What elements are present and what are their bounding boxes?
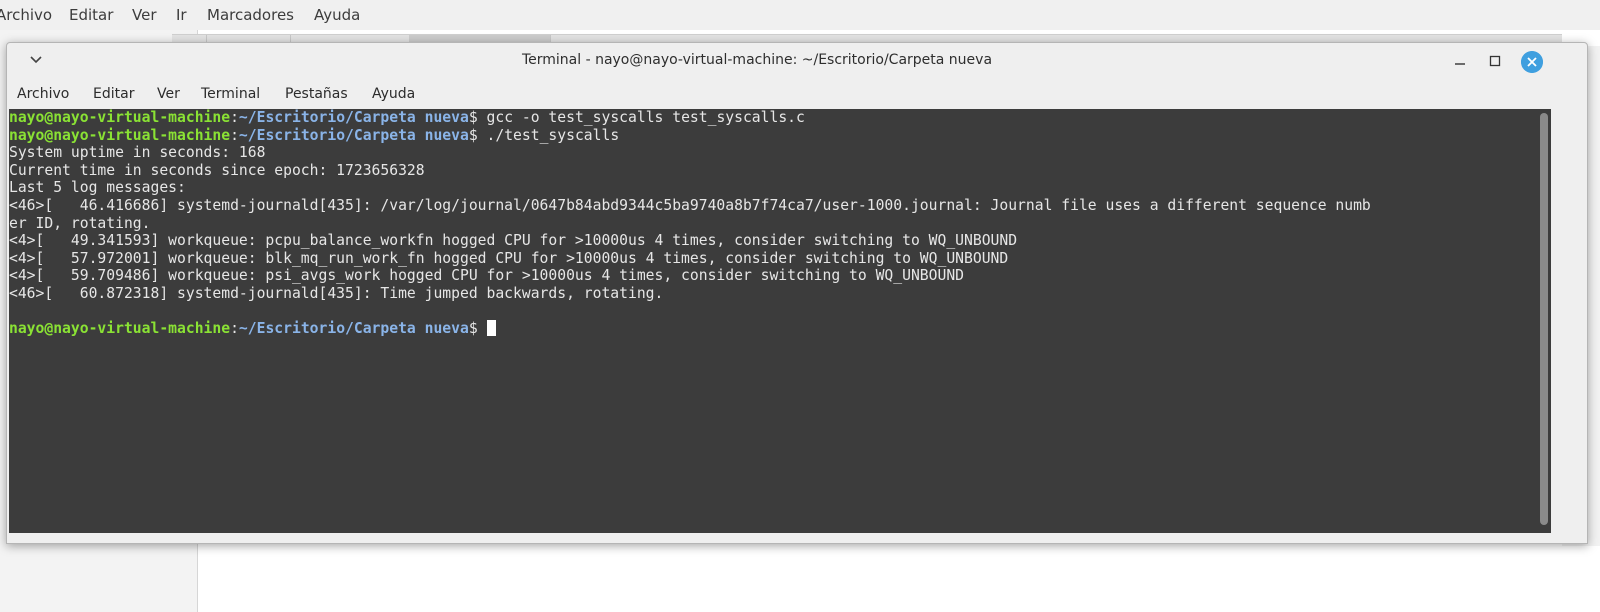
prompt-user: nayo@nayo-virtual-machine: [9, 126, 231, 144]
bg-menu-ayuda[interactable]: Ayuda: [314, 6, 360, 24]
maximize-icon[interactable]: [1487, 53, 1503, 69]
output-line: Last 5 log messages:: [9, 179, 186, 197]
output-line: Current time in seconds since epoch: 172…: [9, 161, 425, 179]
background-menubar: Archivo Editar Ver Ir Marcadores Ayuda: [0, 0, 1600, 30]
chevron-down-icon[interactable]: [29, 53, 43, 67]
prompt-path: ~/Escritorio/Carpeta nueva: [238, 109, 469, 126]
prompt-path: ~/Escritorio/Carpeta nueva: [238, 126, 469, 144]
scrollbar-thumb[interactable]: [1540, 113, 1548, 525]
menu-ayuda[interactable]: Ayuda: [372, 86, 415, 102]
output-line: System uptime in seconds: 168: [9, 144, 266, 162]
command-line: gcc -o test_syscalls test_syscalls.c: [477, 109, 805, 126]
output-line: <4>[ 59.709486] workqueue: psi_avgs_work…: [9, 267, 965, 285]
terminal-screen[interactable]: nayo@nayo-virtual-machine:~/Escritorio/C…: [9, 109, 1537, 533]
window-title: Terminal - nayo@nayo-virtual-machine: ~/…: [521, 52, 993, 68]
terminal-scrollbar[interactable]: [1537, 109, 1551, 533]
output-line: <4>[ 57.972001] workqueue: blk_mq_run_wo…: [9, 249, 1009, 267]
terminal-cursor: [486, 320, 496, 337]
bg-menu-archivo[interactable]: Archivo: [0, 6, 52, 24]
terminal-menubar: Archivo Editar Ver Terminal Pestañas Ayu…: [7, 80, 1587, 108]
bg-menu-ir[interactable]: Ir: [176, 6, 187, 24]
menu-editar[interactable]: Editar: [93, 86, 134, 102]
terminal-window: Terminal - nayo@nayo-virtual-machine: ~/…: [6, 42, 1588, 544]
close-icon[interactable]: [1521, 51, 1543, 73]
title-bar[interactable]: Terminal - nayo@nayo-virtual-machine: ~/…: [7, 43, 1587, 79]
bg-menu-editar[interactable]: Editar: [69, 6, 113, 24]
output-line: <46>[ 46.416686] systemd-journald[435]: …: [9, 196, 1371, 214]
menu-terminal[interactable]: Terminal: [201, 86, 260, 102]
menu-ver[interactable]: Ver: [157, 86, 180, 102]
menu-pestanas[interactable]: Pestañas: [285, 86, 348, 102]
command-line: ./test_syscalls: [477, 126, 620, 144]
bg-menu-marcadores[interactable]: Marcadores: [207, 6, 294, 24]
output-line: <46>[ 60.872318] systemd-journald[435]: …: [9, 284, 664, 302]
prompt-path: ~/Escritorio/Carpeta nueva: [238, 320, 469, 338]
terminal-output: nayo@nayo-virtual-machine:~/Escritorio/C…: [9, 109, 1371, 338]
bg-menu-ver[interactable]: Ver: [132, 6, 157, 24]
prompt-user: nayo@nayo-virtual-machine: [9, 320, 231, 338]
menu-archivo[interactable]: Archivo: [17, 86, 69, 102]
output-line: <4>[ 49.341593] workqueue: pcpu_balance_…: [9, 232, 1018, 250]
output-line: er ID, rotating.: [9, 214, 151, 232]
minimize-icon[interactable]: [1452, 53, 1468, 69]
prompt-user: nayo@nayo-virtual-machine: [9, 109, 231, 126]
